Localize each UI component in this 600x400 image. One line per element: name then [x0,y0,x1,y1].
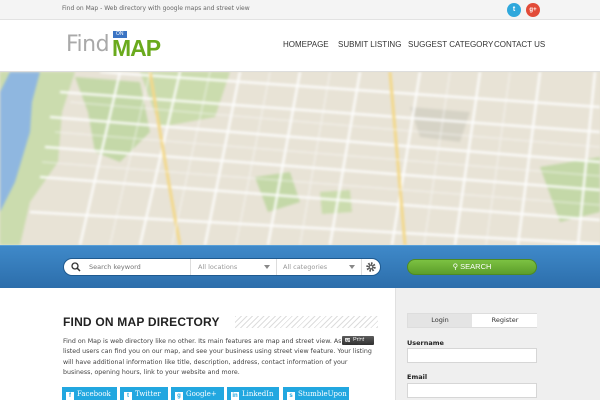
page-title: FIND ON MAP DIRECTORY [63,315,220,329]
title-divider [235,316,378,328]
search-bar: All locations All categories ⚲ SEARCH [0,245,600,288]
nav-submit-listing[interactable]: SUBMIT LISTING [338,40,401,49]
login-register-tabs: Login Register [407,313,537,328]
search-keyword-input[interactable] [83,259,191,275]
share-google-plus-button[interactable]: g Google+ [171,387,224,400]
twitter-icon[interactable]: t [507,3,521,17]
share-linkedin-button[interactable]: in LinkedIn [227,387,279,400]
share-label: Google+ [186,390,217,398]
search-button-label: SEARCH [460,262,492,271]
chevron-down-icon [264,265,270,269]
share-label: Twitter [135,390,161,398]
site-tagline: Find on Map - Web directory with google … [62,5,250,12]
username-label: Username [407,339,444,347]
linkedin-icon: in [231,392,239,400]
map-view[interactable] [0,72,600,245]
share-label: Facebook [77,390,111,398]
email-field[interactable] [407,383,537,398]
intro-paragraph: Find on Map is web directory like no oth… [63,338,372,376]
tab-register[interactable]: Register [473,314,537,327]
nav-contact-us[interactable]: CONTACT US [494,40,545,49]
google-plus-icon[interactable]: g+ [526,3,540,17]
facebook-icon: f [66,392,74,400]
category-select[interactable]: All categories [277,259,362,275]
stumbleupon-icon: s [287,392,295,400]
search-icon [71,262,81,272]
search-form: All locations All categories [63,258,381,276]
top-bar: Find on Map - Web directory with google … [0,0,600,20]
search-button[interactable]: ⚲ SEARCH [407,259,537,275]
location-select-value: All locations [198,263,238,271]
username-field[interactable] [407,348,537,363]
share-facebook-button[interactable]: f Facebook [62,387,117,400]
share-label: LinkedIn [242,390,274,398]
chevron-down-icon [349,265,355,269]
twitter-icon: t [124,392,132,400]
share-label: StumbleUpon [298,390,347,398]
share-twitter-button[interactable]: t Twitter [120,387,168,400]
google-plus-icon: g [175,392,183,400]
gear-icon[interactable] [365,261,377,273]
nav-suggest-category[interactable]: SUGGEST CATEGORY [408,40,493,49]
logo-map-text: MAP [112,35,161,61]
tab-login[interactable]: Login [408,314,472,327]
logo-find-text: Find [66,32,110,57]
nav-homepage[interactable]: HOMEPAGE [283,40,329,49]
category-select-value: All categories [283,263,328,271]
share-stumbleupon-button[interactable]: s StumbleUpon [283,387,349,400]
location-select[interactable]: All locations [192,259,277,275]
email-label: Email [407,373,428,381]
